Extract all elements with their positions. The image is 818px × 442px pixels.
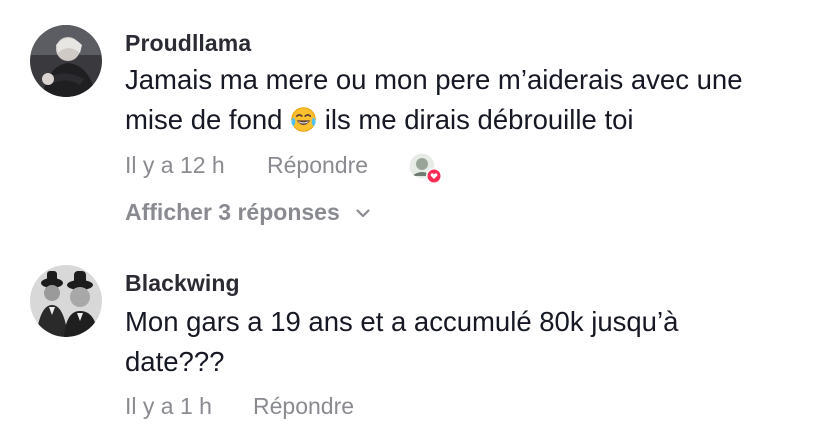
show-replies-label: Afficher 3 réponses — [125, 199, 340, 225]
comment-text: Mon gars a 19 ans et a accumulé 80k jusq… — [125, 302, 805, 382]
comment-item: Blackwing Mon gars a 19 ans et a accumul… — [0, 250, 818, 442]
reply-button[interactable]: Répondre — [253, 393, 354, 420]
comment-username[interactable]: Proudllama — [125, 30, 251, 57]
comment-text-segment: ils me dirais débrouille toi — [324, 104, 634, 135]
comment-text-line: Mon gars a 19 ans et a accumulé 80k jusq… — [125, 306, 679, 337]
chevron-down-icon — [356, 209, 370, 218]
avatar-image — [30, 25, 102, 97]
show-replies-button[interactable]: Afficher 3 réponses — [125, 199, 370, 226]
comment-timestamp: Il y a 12 h — [125, 152, 225, 178]
comment-item: Proudllama Jamais ma mere ou mon pere m’… — [0, 0, 818, 250]
user-avatar[interactable] — [30, 265, 102, 337]
creator-liked-badge — [408, 152, 442, 184]
comment-text: Jamais ma mere ou mon pere m’aiderais av… — [125, 60, 805, 140]
comment-text-line: Jamais ma mere ou mon pere m’aiderais av… — [125, 64, 743, 95]
reply-button[interactable]: Répondre — [267, 152, 368, 179]
comment-text-line: date??? — [125, 346, 225, 377]
comment-text-line: mise de fond ils me dirais débrouille to… — [125, 100, 805, 140]
user-avatar[interactable] — [30, 25, 102, 97]
comment-text-segment: mise de fond — [125, 104, 283, 135]
comment-timestamp: Il y a 1 h — [125, 393, 212, 419]
tears-of-joy-emoji-icon — [291, 107, 316, 132]
heart-icon — [426, 168, 442, 184]
avatar-image — [30, 265, 102, 337]
comment-username[interactable]: Blackwing — [125, 270, 240, 297]
